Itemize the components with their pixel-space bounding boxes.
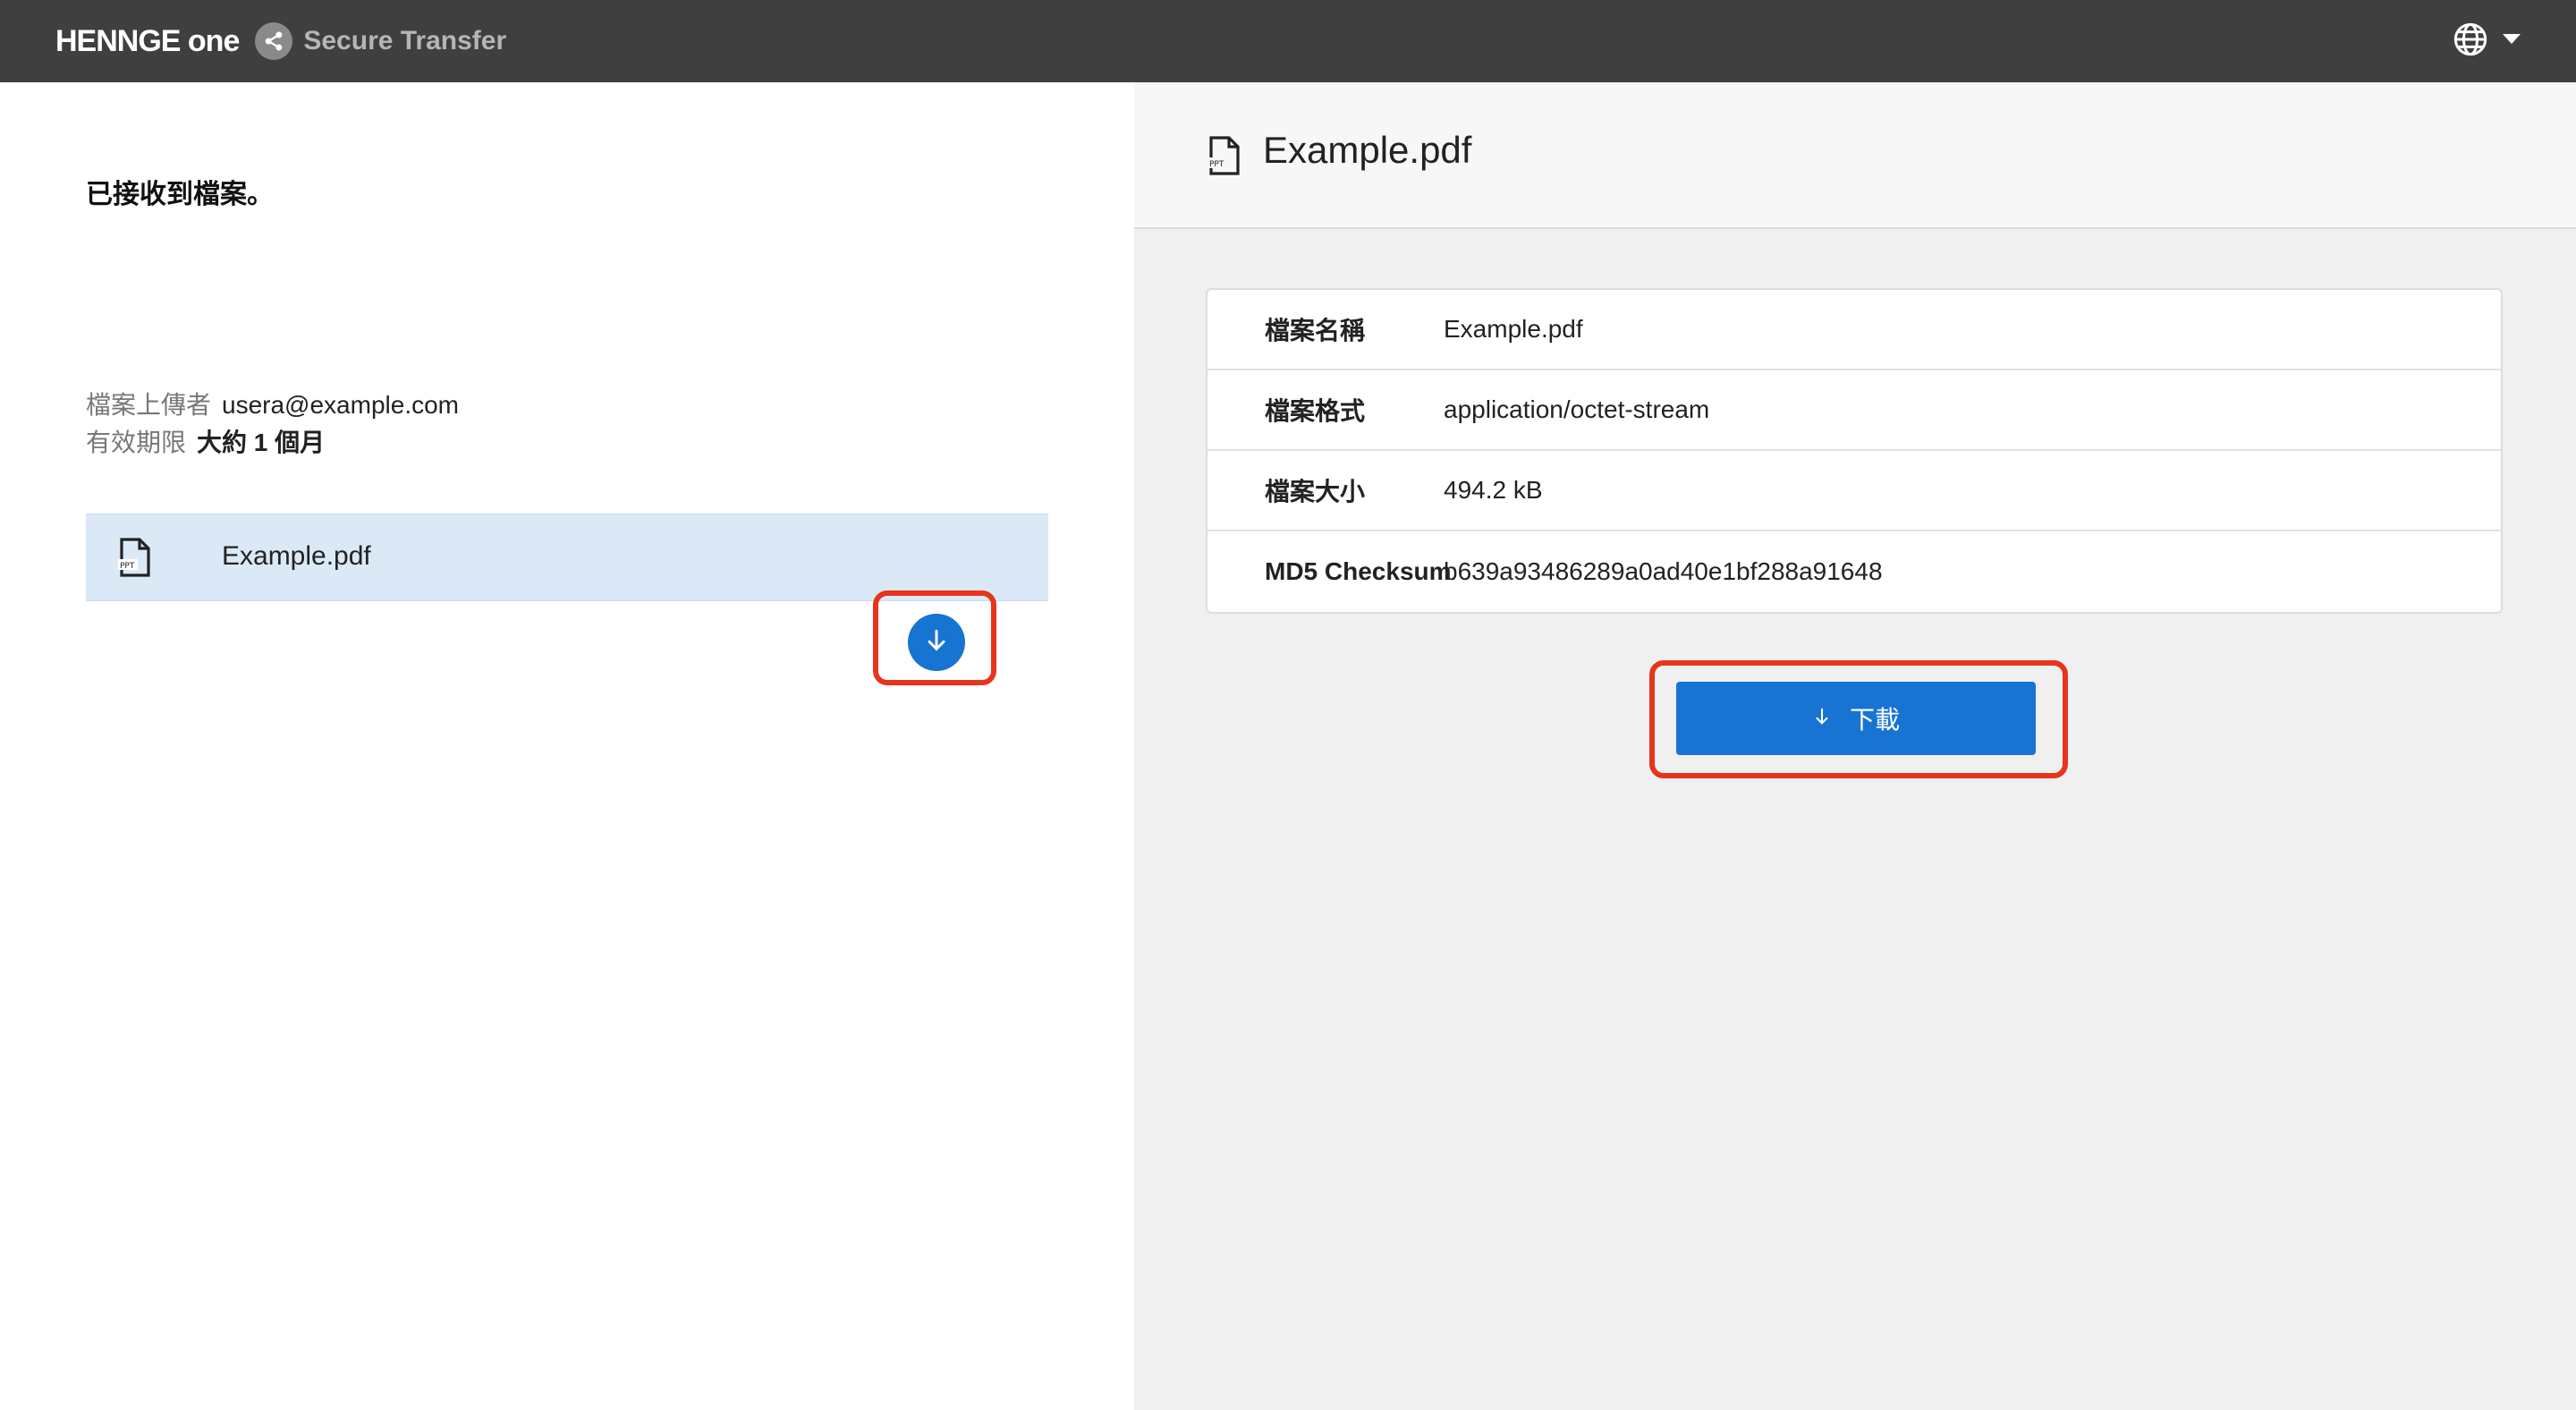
file-detail-title: Example.pdf: [1263, 129, 1472, 171]
detail-key: 檔案格式: [1265, 397, 1366, 425]
file-detail-header: PPT Example.pdf: [1134, 82, 2576, 229]
arrow-down-icon: [1812, 704, 1832, 733]
detail-value: 494.2 kB: [1444, 476, 1543, 504]
uploader-value: usera@example.com: [222, 391, 459, 419]
file-details-table: 檔案名稱 Example.pdf 檔案格式 application/octet-…: [1206, 288, 2503, 614]
brand[interactable]: HENNGE one Secure Transfer: [55, 0, 506, 82]
top-bar: HENNGE one Secure Transfer: [0, 0, 2576, 82]
globe-icon: [2453, 21, 2488, 62]
left-panel: 已接收到檔案。 檔案上傳者 usera@example.com 有效期限 大約 1 …: [0, 82, 1134, 1410]
arrow-down-icon: [922, 626, 951, 659]
detail-row-size: 檔案大小 494.2 kB: [1208, 451, 2501, 531]
uploader-row: 檔案上傳者 usera@example.com: [86, 386, 459, 424]
file-icon: PPT: [116, 536, 152, 583]
file-meta: 檔案上傳者 usera@example.com 有效期限 大約 1 個月: [86, 386, 459, 462]
right-panel: PPT Example.pdf 檔案名稱 Example.pdf 檔案格式 ap…: [1134, 82, 2576, 1410]
expiry-label: 有效期限: [86, 429, 187, 456]
brand-logo: HENNGE one: [55, 23, 240, 58]
expiry-row: 有效期限 大約 1 個月: [86, 424, 459, 462]
file-icon: PPT: [1206, 134, 1241, 182]
download-button[interactable]: 下載: [1676, 682, 2036, 755]
product-name: Secure Transfer: [303, 26, 507, 55]
file-name: Example.pdf: [222, 541, 371, 571]
detail-key: 檔案大小: [1265, 478, 1366, 505]
detail-value: b639a93486289a0ad40e1bf288a91648: [1444, 557, 1883, 585]
detail-key: 檔案名稱: [1265, 317, 1366, 344]
detail-value: Example.pdf: [1444, 315, 1583, 343]
download-highlight: [873, 590, 996, 685]
share-icon: [255, 22, 293, 60]
detail-row-checksum: MD5 Checksum b639a93486289a0ad40e1bf288a…: [1208, 531, 2501, 612]
uploader-label: 檔案上傳者: [86, 391, 212, 419]
detail-row-name: 檔案名稱 Example.pdf: [1208, 290, 2501, 370]
download-icon-button[interactable]: [908, 614, 965, 671]
detail-value: application/octet-stream: [1444, 395, 1710, 423]
received-message: 已接收到檔案。: [86, 180, 274, 209]
expiry-value: 大約 1 個月: [197, 429, 326, 456]
svg-text:PPT: PPT: [1209, 160, 1224, 169]
download-button-label: 下載: [1849, 706, 1900, 734]
caret-down-icon: [2503, 33, 2521, 49]
language-menu[interactable]: [2453, 21, 2521, 61]
file-list-item[interactable]: PPT Example.pdf: [86, 514, 1048, 601]
detail-key: MD5 Checksum: [1265, 557, 1452, 585]
svg-text:PPT: PPT: [120, 562, 135, 571]
detail-row-type: 檔案格式 application/octet-stream: [1208, 370, 2501, 451]
download-button-highlight: 下載: [1649, 660, 2068, 778]
